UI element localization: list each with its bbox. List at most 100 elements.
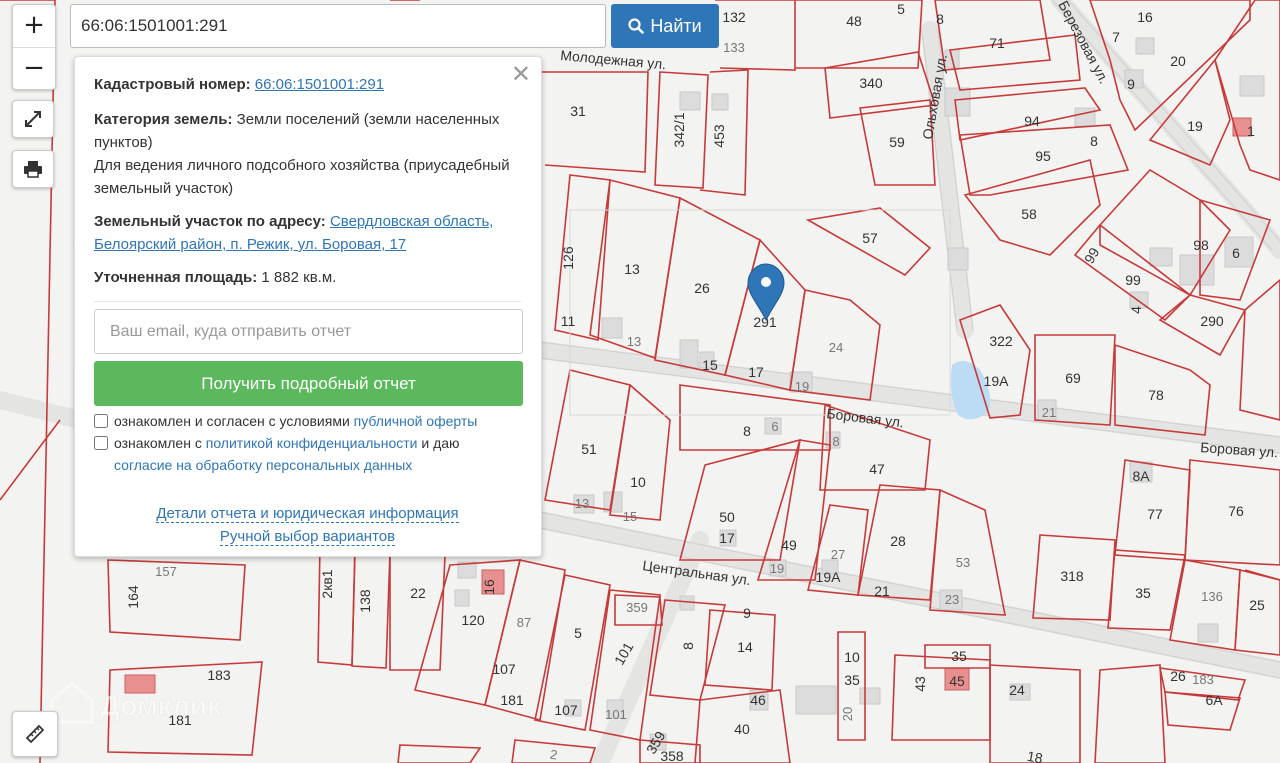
parcel-number-label: 99 <box>1125 272 1141 288</box>
privacy-consent: ознакомлен с политикой конфиденциальност… <box>94 432 521 476</box>
area-value: 1 882 кв.м. <box>261 269 337 286</box>
parcel-number-label: 35 <box>844 672 860 688</box>
manual-choice-link[interactable]: Ручной выбор вариантов <box>219 528 396 546</box>
search-button[interactable]: Найти <box>611 4 719 48</box>
parcel-number-label: 107 <box>492 661 516 677</box>
parcel-number-label: 8 <box>832 434 839 449</box>
personal-data-link[interactable]: согласие на обработку персональных данны… <box>114 457 412 473</box>
parcel-number-label: 15 <box>623 509 637 524</box>
parcel-number-label: 71 <box>989 35 1005 51</box>
parcel-number-label: 14 <box>737 639 753 655</box>
parcel-number-label: 50 <box>719 509 735 525</box>
location-marker[interactable] <box>747 263 785 322</box>
area-label: Уточненная площадь: <box>94 269 258 286</box>
fullscreen-button[interactable] <box>12 100 54 138</box>
parcel-number-label: 7 <box>1112 29 1120 45</box>
parcel-number-label: 126 <box>560 246 576 270</box>
parcel-number-label: 6 <box>771 419 778 434</box>
parcel-number-label: 13 <box>624 261 640 277</box>
parcel-number-label: 342/1 <box>671 112 687 147</box>
parcel-number-label: 4 <box>1128 306 1144 314</box>
parcel-number-label: 101 <box>605 707 627 722</box>
parcel-number-label: 24 <box>829 340 843 355</box>
ruler-button[interactable] <box>12 711 58 757</box>
parcel-number-label: 26 <box>1170 668 1186 684</box>
parcel-number-label: 19А <box>816 569 842 585</box>
parcel-number-label: 358 <box>660 748 684 763</box>
report-details-link[interactable]: Детали отчета и юридическая информация <box>156 505 459 523</box>
address-row: Земельный участок по адресу: Свердловска… <box>94 210 521 256</box>
parcel-number-label: 35 <box>951 648 967 664</box>
parcel-number-label: 20 <box>1170 53 1186 69</box>
parcel-number-label: 340 <box>859 75 883 91</box>
parcel-number-label: 99 <box>1081 245 1103 267</box>
parcel-number-label: 26 <box>694 280 710 296</box>
parcel-number-label: 58 <box>1021 206 1037 222</box>
offer-link[interactable]: публичной оферты <box>354 413 478 429</box>
parcel-number-label: 136 <box>1201 589 1223 604</box>
parcel-number-label: 27 <box>831 547 845 562</box>
search-input[interactable] <box>70 4 606 48</box>
parcel-number-label: 8 <box>680 642 696 650</box>
parcel-number-label: 21 <box>874 583 890 599</box>
land-usage: Для ведения личного подсобного хозяйства… <box>94 157 510 197</box>
expand-icon <box>25 111 41 127</box>
privacy-checkbox[interactable] <box>94 436 108 450</box>
parcel-number-label: 359 <box>626 600 648 615</box>
parcel-number-label: 183 <box>207 667 231 683</box>
parcel-number-label: 8 <box>936 11 944 27</box>
search-icon <box>628 18 645 34</box>
ruler-icon <box>25 724 45 744</box>
search-button-label: Найти <box>650 15 702 36</box>
parcel-number-label: 49 <box>781 537 797 553</box>
zoom-out-button[interactable]: − <box>13 47 55 90</box>
parcel-number-label: 19А <box>984 373 1010 389</box>
parcel-number-label: 6 <box>1232 245 1240 261</box>
parcel-number-label: 10 <box>844 649 860 665</box>
parcel-number-label: 40 <box>734 721 750 737</box>
parcel-info-popup: ✕ Кадастровый номер: 66:06:1501001:291 К… <box>74 56 542 557</box>
parcel-number-label: 77 <box>1147 506 1163 522</box>
close-icon[interactable]: ✕ <box>511 62 531 86</box>
printer-icon <box>24 161 42 178</box>
parcel-number-label: 290 <box>1200 313 1224 329</box>
privacy-link[interactable]: политикой конфиденциальности <box>206 435 418 451</box>
pond <box>950 361 991 420</box>
parcel-number-label: 59 <box>889 134 905 150</box>
parcel-number-label: 318 <box>1060 568 1084 584</box>
street-label: Боровая ул. <box>826 405 905 430</box>
parcel-number-label: 51 <box>581 441 597 457</box>
parcel-number-label: 9 <box>1127 76 1135 92</box>
parcel-number-label: 5 <box>574 625 582 641</box>
offer-checkbox[interactable] <box>94 414 108 428</box>
cadastral-number-label: Кадастровый номер: <box>94 76 251 93</box>
offer-text: ознакомлен и согласен с условиями <box>114 413 350 429</box>
parcel-number-label: 87 <box>517 615 531 630</box>
email-input[interactable] <box>94 309 523 354</box>
parcel-number-label: 21 <box>1042 405 1056 420</box>
land-category-row: Категория земель: Земли поселений (земли… <box>94 108 521 154</box>
zoom-in-button[interactable]: + <box>13 5 55 47</box>
parcel-number-label: 69 <box>1065 370 1081 386</box>
parcel-number-label: 181 <box>500 692 524 708</box>
parcel-number-label: 8 <box>743 423 751 439</box>
parcel-number-label: 25 <box>1249 597 1265 613</box>
cadastral-number-link[interactable]: 66:06:1501001:291 <box>255 76 384 93</box>
parcel-number-label: 6А <box>1205 692 1223 708</box>
parcel-number-label: 11 <box>561 313 576 329</box>
privacy-and: и даю <box>421 435 460 451</box>
parcel-number-label: 15 <box>702 357 718 373</box>
parcel-number-label: 23 <box>945 592 959 607</box>
parcel-number-label: 2кв1 <box>319 569 335 598</box>
get-report-button[interactable]: Получить подробный отчет <box>94 361 523 406</box>
parcel-number-label: 22 <box>410 585 426 601</box>
print-button[interactable] <box>12 150 54 188</box>
parcel-number-label: 107 <box>554 702 578 718</box>
domclick-watermark: Домклик <box>50 682 222 724</box>
street-label: Молодежная ул. <box>560 47 667 72</box>
parcel-number-label: 94 <box>1024 113 1040 129</box>
address-label: Земельный участок по адресу: <box>94 213 326 230</box>
divider <box>94 301 521 302</box>
parcel-number-label: 16 <box>481 579 497 595</box>
parcel-number-label: 17 <box>719 530 735 546</box>
